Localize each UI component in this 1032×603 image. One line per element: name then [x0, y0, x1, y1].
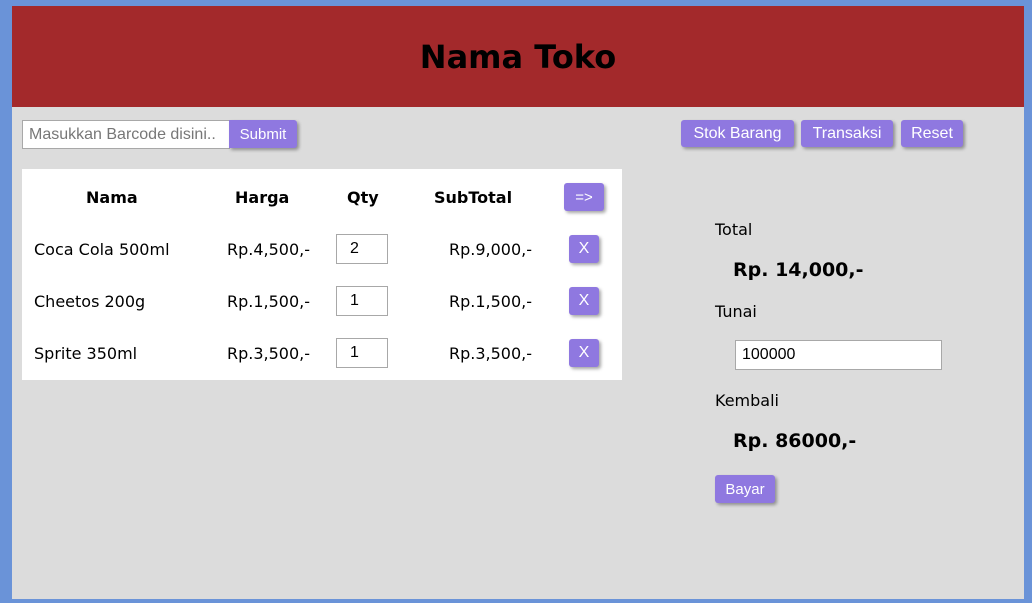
row-3-remove-button[interactable]: X: [569, 339, 599, 367]
kembali-label: Kembali: [715, 391, 779, 410]
transaksi-button[interactable]: Transaksi: [801, 120, 893, 147]
store-title: Nama Toko: [419, 37, 617, 76]
tunai-input[interactable]: [735, 340, 942, 370]
row-1-harga: Rp.4,500,-: [227, 240, 311, 259]
arrow-button[interactable]: =>: [564, 183, 604, 211]
row-2-remove-button[interactable]: X: [569, 287, 599, 315]
stok-barang-button[interactable]: Stok Barang: [681, 120, 794, 147]
row-2-harga: Rp.1,500,-: [227, 292, 311, 311]
total-value: Rp. 14,000,-: [733, 259, 864, 281]
row-1-subtotal: Rp.9,000,-: [449, 240, 533, 259]
cart-table: Nama Harga Qty SubTotal => Coca Cola 500…: [22, 169, 622, 380]
row-3-harga: Rp.3,500,-: [227, 344, 311, 363]
total-label: Total: [715, 220, 753, 239]
tunai-label: Tunai: [715, 302, 757, 321]
row-1-qty-input[interactable]: [336, 234, 388, 264]
barcode-input[interactable]: [22, 120, 230, 149]
reset-button[interactable]: Reset: [901, 120, 963, 147]
column-header-subtotal: SubTotal: [434, 188, 513, 207]
pos-app: Nama Toko Submit Stok Barang Transaksi R…: [12, 6, 1024, 599]
store-header: Nama Toko: [12, 6, 1024, 107]
kembali-value: Rp. 86000,-: [733, 430, 857, 452]
column-header-harga: Harga: [235, 188, 290, 207]
row-1-remove-button[interactable]: X: [569, 235, 599, 263]
row-2-nama: Cheetos 200g: [34, 292, 146, 311]
row-2-qty-input[interactable]: [336, 286, 388, 316]
row-3-nama: Sprite 350ml: [34, 344, 138, 363]
column-header-nama: Nama: [86, 188, 138, 207]
row-2-subtotal: Rp.1,500,-: [449, 292, 533, 311]
bayar-button[interactable]: Bayar: [715, 475, 775, 503]
row-1-nama: Coca Cola 500ml: [34, 240, 170, 259]
row-3-qty-input[interactable]: [336, 338, 388, 368]
submit-button[interactable]: Submit: [229, 120, 297, 148]
column-header-qty: Qty: [347, 188, 379, 207]
row-3-subtotal: Rp.3,500,-: [449, 344, 533, 363]
